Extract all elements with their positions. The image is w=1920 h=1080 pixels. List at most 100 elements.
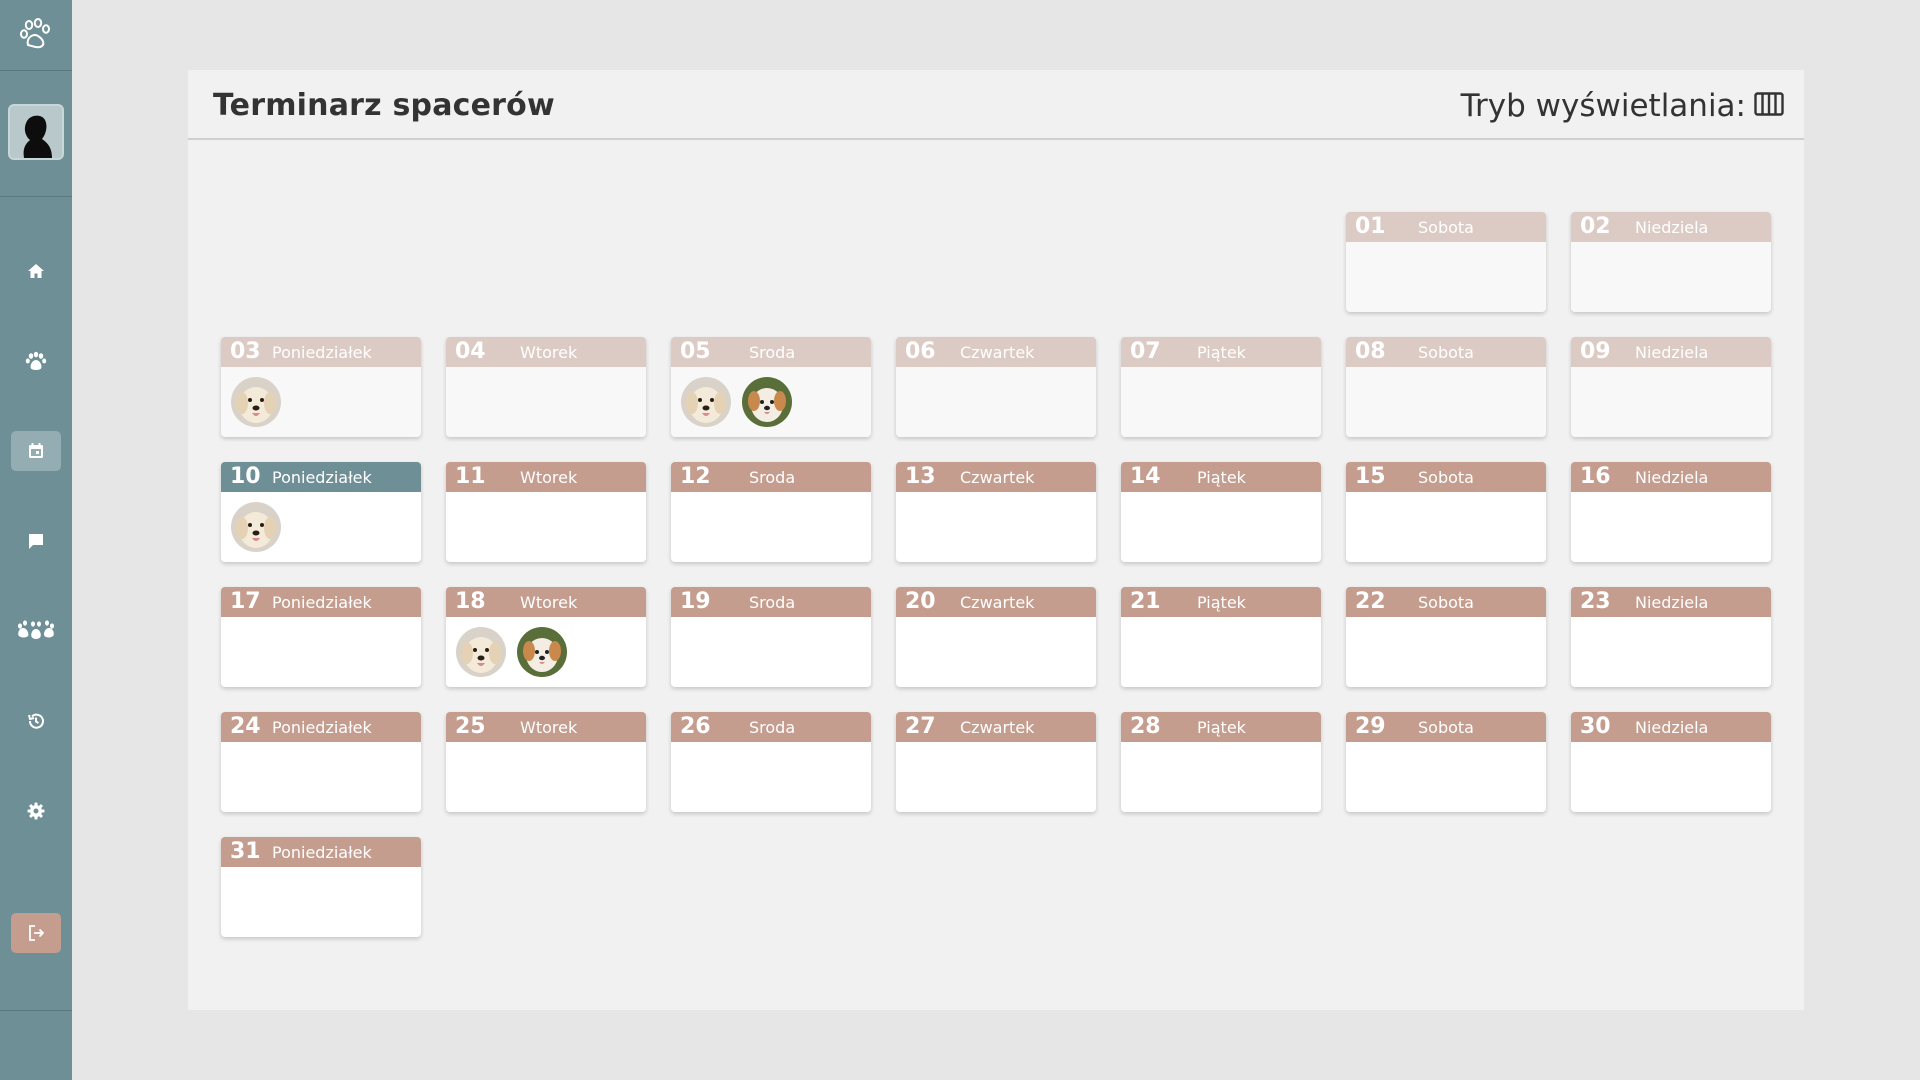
day-card[interactable]: 24 Poniedziałek <box>221 712 421 812</box>
day-card[interactable]: 15 Sobota <box>1346 462 1546 562</box>
day-name: Poniedziałek <box>272 593 372 612</box>
day-header: 05 Sroda <box>671 337 871 367</box>
day-header: 11 Wtorek <box>446 462 646 492</box>
day-number: 17 <box>230 589 261 614</box>
day-name: Niedziela <box>1635 593 1709 612</box>
day-card[interactable]: 06 Czwartek <box>896 337 1096 437</box>
sidebar-item-messages[interactable] <box>11 521 61 561</box>
day-card[interactable]: 08 Sobota <box>1346 337 1546 437</box>
day-card[interactable]: 10 Poniedziałek <box>221 462 421 562</box>
sidebar-item-home[interactable] <box>11 251 61 291</box>
day-card[interactable]: 18 Wtorek <box>446 587 646 687</box>
day-header: 26 Sroda <box>671 712 871 742</box>
dog-avatar[interactable] <box>517 627 567 677</box>
day-card[interactable]: 13 Czwartek <box>896 462 1096 562</box>
day-card[interactable]: 07 Piątek <box>1121 337 1321 437</box>
day-card[interactable]: 01 Sobota <box>1346 212 1546 312</box>
day-card[interactable]: 23 Niedziela <box>1571 587 1771 687</box>
day-name: Sobota <box>1418 593 1474 612</box>
day-name: Czwartek <box>960 343 1035 362</box>
day-header: 23 Niedziela <box>1571 587 1771 617</box>
day-header: 01 Sobota <box>1346 212 1546 242</box>
day-card[interactable]: 27 Czwartek <box>896 712 1096 812</box>
day-card[interactable]: 28 Piątek <box>1121 712 1321 812</box>
day-number: 01 <box>1355 214 1386 239</box>
day-number: 02 <box>1580 214 1611 239</box>
dog-avatar[interactable] <box>742 377 792 427</box>
day-name: Poniedziałek <box>272 343 372 362</box>
calendar-icon <box>29 443 43 458</box>
day-name: Piątek <box>1197 468 1246 487</box>
day-card[interactable]: 05 Sroda <box>671 337 871 437</box>
day-name: Niedziela <box>1635 718 1709 737</box>
day-name: Sobota <box>1418 218 1474 237</box>
day-card[interactable]: 09 Niedziela <box>1571 337 1771 437</box>
chat-icon <box>29 534 43 549</box>
day-name: Wtorek <box>520 343 578 362</box>
day-number: 15 <box>1355 464 1386 489</box>
day-name: Czwartek <box>960 593 1035 612</box>
gear-icon <box>27 802 45 820</box>
dog-avatar[interactable] <box>681 377 731 427</box>
logout-button[interactable] <box>11 913 61 953</box>
day-name: Czwartek <box>960 718 1035 737</box>
sidebar-item-history[interactable] <box>11 701 61 741</box>
avatar[interactable] <box>8 104 64 160</box>
paw-logo-icon[interactable] <box>0 0 72 70</box>
day-card[interactable]: 25 Wtorek <box>446 712 646 812</box>
day-header: 03 Poniedziałek <box>221 337 421 367</box>
day-number: 13 <box>905 464 936 489</box>
day-card[interactable]: 11 Wtorek <box>446 462 646 562</box>
day-card[interactable]: 26 Sroda <box>671 712 871 812</box>
day-number: 12 <box>680 464 711 489</box>
day-card[interactable]: 21 Piątek <box>1121 587 1321 687</box>
day-header: 18 Wtorek <box>446 587 646 617</box>
day-number: 07 <box>1130 339 1161 364</box>
sidebar-item-settings[interactable] <box>11 791 61 831</box>
day-card[interactable]: 19 Sroda <box>671 587 871 687</box>
day-header: 20 Czwartek <box>896 587 1096 617</box>
day-card[interactable]: 30 Niedziela <box>1571 712 1771 812</box>
view-columns-icon[interactable] <box>1754 92 1784 116</box>
day-name: Sroda <box>749 343 796 362</box>
day-card[interactable]: 04 Wtorek <box>446 337 646 437</box>
day-name: Piątek <box>1197 718 1246 737</box>
day-name: Niedziela <box>1635 343 1709 362</box>
dog-avatar[interactable] <box>231 502 281 552</box>
day-header: 10 Poniedziałek <box>221 462 421 492</box>
dog-avatar[interactable] <box>456 627 506 677</box>
day-number: 28 <box>1130 714 1161 739</box>
sidebar-item-pets[interactable] <box>11 341 61 381</box>
day-card[interactable]: 16 Niedziela <box>1571 462 1771 562</box>
day-name: Piątek <box>1197 343 1246 362</box>
day-name: Sobota <box>1418 718 1474 737</box>
sidebar-item-dogs[interactable] <box>11 611 61 651</box>
day-header: 09 Niedziela <box>1571 337 1771 367</box>
day-card[interactable]: 14 Piątek <box>1121 462 1321 562</box>
day-number: 22 <box>1355 589 1386 614</box>
day-card[interactable]: 12 Sroda <box>671 462 871 562</box>
paw-icon <box>25 351 47 370</box>
sidebar-item-calendar[interactable] <box>11 431 61 471</box>
day-header: 13 Czwartek <box>896 462 1096 492</box>
day-card[interactable]: 17 Poniedziałek <box>221 587 421 687</box>
day-card[interactable]: 29 Sobota <box>1346 712 1546 812</box>
day-number: 09 <box>1580 339 1611 364</box>
day-card[interactable]: 02 Niedziela <box>1571 212 1771 312</box>
day-card[interactable]: 31 Poniedziałek <box>221 837 421 937</box>
day-card[interactable]: 22 Sobota <box>1346 587 1546 687</box>
day-card[interactable]: 03 Poniedziałek <box>221 337 421 437</box>
sidebar <box>0 0 72 1080</box>
day-number: 14 <box>1130 464 1161 489</box>
day-number: 26 <box>680 714 711 739</box>
day-number: 27 <box>905 714 936 739</box>
day-name: Sobota <box>1418 343 1474 362</box>
day-header: 02 Niedziela <box>1571 212 1771 242</box>
day-name: Sroda <box>749 718 796 737</box>
day-number: 20 <box>905 589 936 614</box>
day-card[interactable]: 20 Czwartek <box>896 587 1096 687</box>
home-icon <box>28 264 44 278</box>
day-header: 24 Poniedziałek <box>221 712 421 742</box>
sidebar-divider <box>0 70 72 71</box>
dog-avatar[interactable] <box>231 377 281 427</box>
